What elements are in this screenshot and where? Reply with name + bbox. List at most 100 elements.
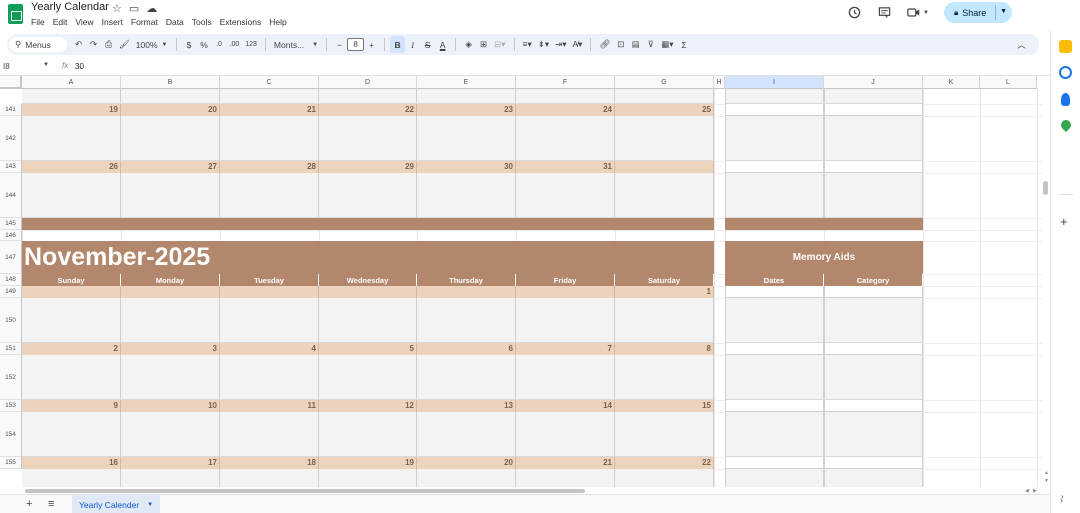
day-number[interactable]: 8 bbox=[615, 343, 714, 355]
day-cell-body[interactable] bbox=[516, 89, 615, 104]
day-cell-body[interactable] bbox=[417, 355, 516, 400]
day-cell-body[interactable] bbox=[516, 173, 615, 218]
column-header-e[interactable]: E bbox=[417, 76, 516, 89]
horizontal-align-icon[interactable]: ≡▾ bbox=[520, 36, 535, 53]
day-cell-body[interactable] bbox=[121, 355, 220, 400]
day-cell-body[interactable] bbox=[615, 469, 714, 487]
day-number[interactable] bbox=[417, 286, 516, 298]
font-size-input[interactable]: 8 bbox=[347, 38, 365, 51]
day-number[interactable]: 27 bbox=[121, 161, 220, 173]
day-number[interactable]: 1 bbox=[615, 286, 714, 298]
day-number[interactable]: 13 bbox=[417, 400, 516, 412]
memory-aid-cell[interactable] bbox=[725, 104, 824, 116]
memory-aid-cell[interactable] bbox=[824, 116, 923, 161]
day-number[interactable]: 22 bbox=[615, 457, 714, 469]
day-cell-body[interactable] bbox=[121, 173, 220, 218]
memory-aid-cell[interactable] bbox=[725, 343, 824, 355]
row-header[interactable]: 147 bbox=[0, 241, 22, 274]
day-number[interactable]: 30 bbox=[417, 161, 516, 173]
bold-button[interactable]: B bbox=[390, 36, 406, 53]
menu-tools[interactable]: Tools bbox=[192, 17, 212, 27]
scroll-down-icon[interactable]: ▼ bbox=[1044, 478, 1049, 484]
memory-aid-cell[interactable] bbox=[824, 298, 923, 343]
meet-icon[interactable]: ▼ bbox=[906, 5, 930, 21]
currency-format-button[interactable]: $ bbox=[182, 36, 197, 53]
menu-view[interactable]: View bbox=[75, 17, 93, 27]
menus-search[interactable]: ⚲ Menus bbox=[9, 37, 67, 52]
memory-aid-cell[interactable] bbox=[725, 355, 824, 400]
memory-aid-cell[interactable] bbox=[725, 116, 824, 161]
day-cell-body[interactable] bbox=[22, 298, 121, 343]
menu-format[interactable]: Format bbox=[131, 17, 158, 27]
text-color-button[interactable]: A bbox=[435, 36, 450, 53]
day-number[interactable] bbox=[615, 161, 714, 173]
memory-aid-cell[interactable] bbox=[824, 286, 923, 298]
font-size-decrease-icon[interactable]: − bbox=[332, 36, 347, 53]
filter-views-icon[interactable]: ▦▾ bbox=[658, 36, 676, 53]
italic-button[interactable]: I bbox=[405, 36, 420, 53]
day-number[interactable]: 19 bbox=[22, 104, 121, 116]
day-number[interactable] bbox=[516, 286, 615, 298]
day-cell-body[interactable] bbox=[516, 355, 615, 400]
row-header[interactable]: 148 bbox=[0, 274, 22, 286]
column-header-a[interactable]: A bbox=[22, 76, 121, 89]
column-header-i[interactable]: I bbox=[725, 76, 824, 89]
menu-data[interactable]: Data bbox=[166, 17, 184, 27]
cloud-saved-icon[interactable]: ☁ bbox=[146, 2, 157, 15]
menu-extensions[interactable]: Extensions bbox=[220, 17, 262, 27]
day-cell-body[interactable] bbox=[615, 355, 714, 400]
number-format-button[interactable]: 123 bbox=[242, 36, 260, 53]
day-number[interactable] bbox=[22, 286, 121, 298]
row-header[interactable]: 145 bbox=[0, 218, 22, 230]
memory-aid-cell[interactable] bbox=[824, 412, 923, 457]
day-number[interactable]: 11 bbox=[220, 400, 319, 412]
menu-insert[interactable]: Insert bbox=[102, 17, 123, 27]
vertical-scrollbar[interactable]: ▲ ▼ bbox=[1042, 76, 1050, 487]
day-cell-body[interactable] bbox=[220, 355, 319, 400]
column-header-g[interactable]: G bbox=[615, 76, 714, 89]
scroll-up-icon[interactable]: ▲ bbox=[1044, 470, 1049, 476]
day-cell-body[interactable] bbox=[417, 116, 516, 161]
insert-chart-icon[interactable]: ▤ bbox=[628, 36, 643, 53]
day-number[interactable]: 24 bbox=[516, 104, 615, 116]
row-header[interactable]: 146 bbox=[0, 230, 22, 241]
day-number[interactable]: 26 bbox=[22, 161, 121, 173]
day-number[interactable]: 4 bbox=[220, 343, 319, 355]
day-cell-body[interactable] bbox=[121, 89, 220, 104]
day-cell-body[interactable] bbox=[417, 89, 516, 104]
day-cell-body[interactable] bbox=[319, 89, 417, 104]
font-select[interactable]: Monts... ▼ bbox=[271, 36, 321, 53]
redo-icon[interactable]: ↷ bbox=[86, 36, 101, 53]
column-header-h[interactable]: H bbox=[714, 76, 725, 89]
day-number[interactable]: 20 bbox=[417, 457, 516, 469]
day-cell-body[interactable] bbox=[121, 469, 220, 487]
day-cell-body[interactable] bbox=[615, 412, 714, 457]
day-number[interactable] bbox=[319, 286, 417, 298]
day-number[interactable]: 25 bbox=[615, 104, 714, 116]
day-cell-body[interactable] bbox=[516, 298, 615, 343]
day-cell-body[interactable] bbox=[417, 298, 516, 343]
row-header[interactable]: 150 bbox=[0, 298, 22, 343]
day-cell-body[interactable] bbox=[615, 298, 714, 343]
column-header-l[interactable]: L bbox=[980, 76, 1037, 89]
day-cell-body[interactable] bbox=[417, 469, 516, 487]
day-number[interactable]: 2 bbox=[22, 343, 121, 355]
keep-icon[interactable] bbox=[1059, 40, 1072, 53]
print-icon[interactable]: ⎙ bbox=[101, 36, 116, 53]
memory-aid-cell[interactable] bbox=[824, 161, 923, 173]
formula-input[interactable]: 30 bbox=[75, 62, 84, 71]
day-cell-body[interactable] bbox=[220, 116, 319, 161]
text-wrap-icon[interactable]: ⇥▾ bbox=[552, 36, 569, 53]
day-number[interactable]: 17 bbox=[121, 457, 220, 469]
history-icon[interactable] bbox=[846, 5, 862, 21]
font-size-increase-icon[interactable]: + bbox=[364, 36, 379, 53]
memory-aid-cell[interactable] bbox=[725, 400, 824, 412]
day-cell-body[interactable] bbox=[417, 173, 516, 218]
column-header-d[interactable]: D bbox=[319, 76, 417, 89]
tasks-icon[interactable] bbox=[1059, 66, 1072, 79]
row-header[interactable]: 142 bbox=[0, 116, 22, 161]
row-header[interactable]: 151 bbox=[0, 343, 22, 355]
horizontal-scroll-thumb[interactable] bbox=[25, 489, 585, 493]
vertical-scroll-thumb[interactable] bbox=[1043, 181, 1048, 195]
day-cell-body[interactable] bbox=[22, 173, 121, 218]
